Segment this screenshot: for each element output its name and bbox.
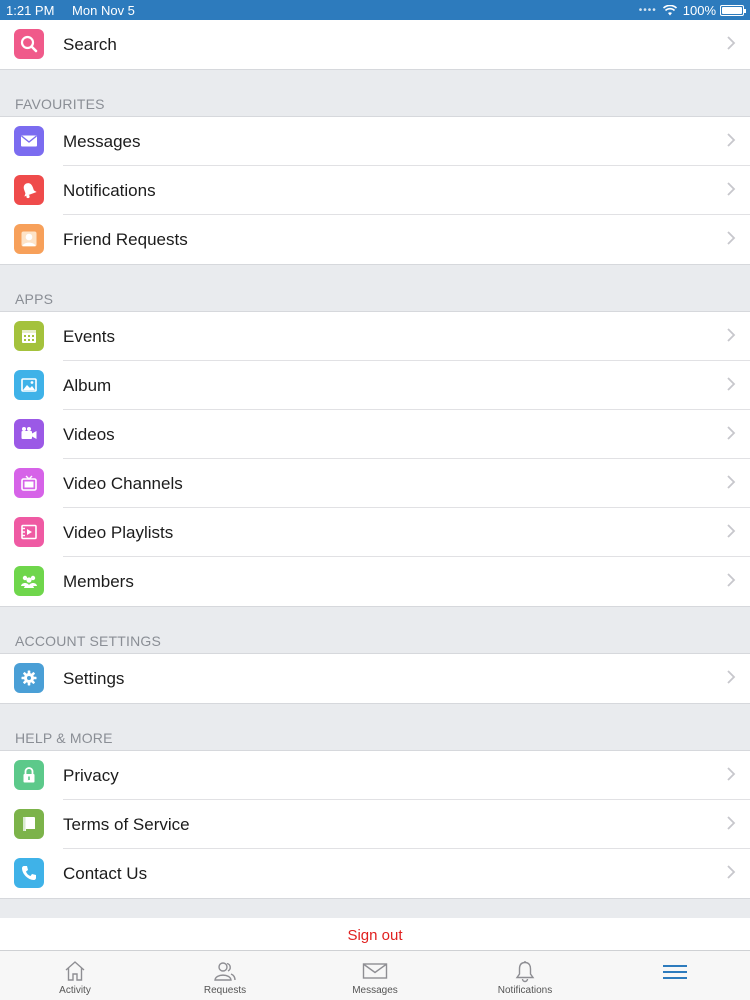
menu-item-settings[interactable]: Settings: [0, 654, 750, 703]
chevron-right-icon: [727, 426, 736, 440]
sign-out-button[interactable]: Sign out: [0, 918, 750, 951]
user-icon: [14, 224, 44, 254]
menu-item-label: Settings: [63, 669, 125, 688]
status-time: 1:21 PM: [6, 3, 55, 18]
group-icon: [14, 566, 44, 596]
menu-item-terms-of-service[interactable]: Terms of Service: [0, 800, 750, 849]
lock-icon: [14, 760, 44, 790]
calendar-icon: [14, 321, 44, 351]
menu-icon: [663, 965, 687, 979]
playlist-icon: [14, 517, 44, 547]
menu-item-label: Contact Us: [63, 864, 148, 883]
menu-list: Search FAVOURITES Messages Notifications…: [0, 20, 750, 951]
chevron-right-icon: [727, 182, 736, 196]
status-date: Mon Nov 5: [72, 3, 135, 18]
menu-item-privacy[interactable]: Privacy: [0, 751, 750, 800]
home-icon: [65, 961, 85, 981]
tab-menu[interactable]: [600, 951, 750, 1000]
menu-item-contact-us[interactable]: Contact Us: [0, 849, 750, 898]
menu-item-label: Album: [63, 376, 112, 395]
menu-item-label: Terms of Service: [63, 815, 190, 834]
menu-item-label: Messages: [63, 132, 141, 151]
chevron-right-icon: [727, 328, 736, 342]
book-icon: [14, 809, 44, 839]
chevron-right-icon: [727, 816, 736, 830]
menu-item-label: Video Channels: [63, 474, 183, 493]
menu-item-members[interactable]: Members: [0, 557, 750, 606]
chevron-right-icon: [727, 524, 736, 538]
chevron-right-icon: [727, 670, 736, 684]
bell-icon: [515, 961, 535, 983]
menu-item-video-playlists[interactable]: Video Playlists: [0, 508, 750, 557]
menu-item-notifications[interactable]: Notifications: [0, 166, 750, 215]
bell-icon: [14, 175, 44, 205]
menu-item-label: Members: [63, 572, 134, 591]
menu-item-messages[interactable]: Messages: [0, 117, 750, 166]
menu-item-label: Video Playlists: [63, 523, 174, 542]
menu-item-label: Friend Requests: [63, 230, 188, 249]
section-header-help-more: HELP & MORE: [0, 703, 750, 751]
section-header-apps: APPS: [0, 264, 750, 312]
menu-item-search[interactable]: Search: [0, 20, 750, 69]
search-icon: [14, 29, 44, 59]
tv-icon: [14, 468, 44, 498]
chevron-right-icon: [727, 573, 736, 587]
tab-notifications[interactable]: Notifications: [450, 951, 600, 1000]
chevron-right-icon: [727, 865, 736, 879]
section-header-account-settings: ACCOUNT SETTINGS: [0, 606, 750, 654]
envelope-icon: [362, 963, 388, 979]
menu-item-friend-requests[interactable]: Friend Requests: [0, 215, 750, 264]
menu-item-events[interactable]: Events: [0, 312, 750, 361]
menu-item-album[interactable]: Album: [0, 361, 750, 410]
status-bar: 1:21 PM Mon Nov 5 •••• 100%: [0, 0, 750, 20]
menu-item-label: Videos: [63, 425, 115, 444]
chevron-right-icon: [727, 133, 736, 147]
menu-item-video-channels[interactable]: Video Channels: [0, 459, 750, 508]
section-header-favourites: FAVOURITES: [0, 69, 750, 117]
battery-icon: [720, 5, 746, 16]
wifi-icon: [662, 5, 677, 16]
menu-item-label: Events: [63, 327, 115, 346]
menu-item-label: Notifications: [63, 181, 156, 200]
chevron-right-icon: [727, 36, 736, 50]
tab-requests[interactable]: Requests: [150, 951, 300, 1000]
chevron-right-icon: [727, 377, 736, 391]
video-camera-icon: [14, 419, 44, 449]
menu-item-label: Search: [63, 35, 117, 54]
envelope-icon: [14, 126, 44, 156]
tab-bar: Activity Requests Messages Notifications: [0, 950, 750, 1000]
tab-messages[interactable]: Messages: [300, 951, 450, 1000]
menu-item-label: Privacy: [63, 766, 119, 785]
phone-icon: [14, 858, 44, 888]
users-icon: [214, 962, 236, 981]
signal-dots-icon: ••••: [638, 5, 657, 16]
menu-item-videos[interactable]: Videos: [0, 410, 750, 459]
image-icon: [14, 370, 44, 400]
chevron-right-icon: [727, 767, 736, 781]
tab-activity[interactable]: Activity: [0, 951, 150, 1000]
chevron-right-icon: [727, 231, 736, 245]
sign-out-label: Sign out: [347, 927, 403, 944]
chevron-right-icon: [727, 475, 736, 489]
gear-icon: [14, 663, 44, 693]
battery-percent: 100%: [682, 3, 716, 18]
